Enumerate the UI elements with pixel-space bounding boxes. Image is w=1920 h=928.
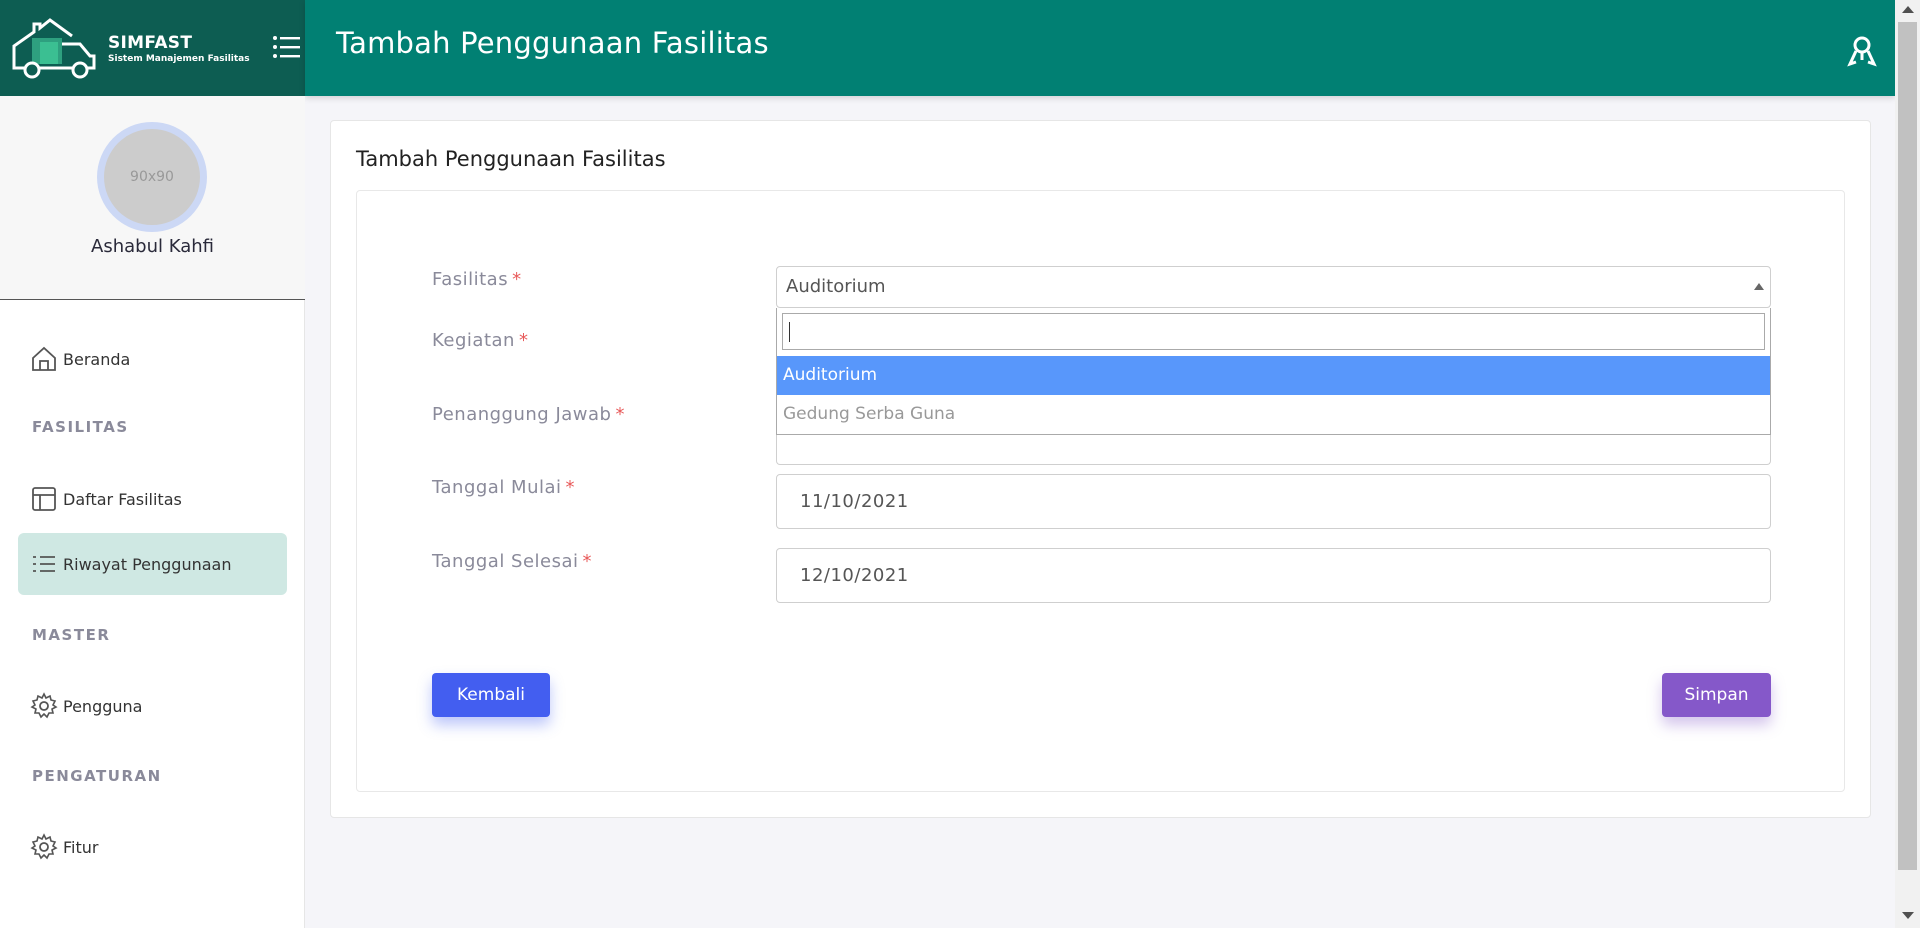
penanggung-jawab-field[interactable] <box>776 435 1771 465</box>
section-fasilitas: FASILITAS <box>32 418 129 436</box>
dropdown-option-gedung-serba-guna[interactable]: Gedung Serba Guna <box>777 395 1770 434</box>
fasilitas-label: Fasilitas * <box>432 269 522 290</box>
fasilitas-select[interactable]: Auditorium <box>776 266 1771 308</box>
scrollbar-thumb[interactable] <box>1898 22 1917 870</box>
page-scrollbar[interactable] <box>1895 0 1920 928</box>
required-mark: * <box>615 404 625 425</box>
dropdown-search-input[interactable] <box>782 313 1765 350</box>
brand-panel: SIMFAST Sistem Manajemen Fasilitas <box>0 0 305 96</box>
sidebar-item-label: Fitur <box>63 837 99 857</box>
tanggal-mulai-input[interactable]: 11/10/2021 <box>776 474 1771 529</box>
list-icon <box>33 556 55 572</box>
label-text: Penanggung Jawab <box>432 404 612 425</box>
sidebar: 90x90 Ashabul Kahfi Beranda FASILITAS Da… <box>0 96 305 928</box>
sidebar-item-daftar-fasilitas[interactable]: Daftar Fasilitas <box>18 468 287 530</box>
dropdown-option-auditorium[interactable]: Auditorium <box>777 356 1770 395</box>
page-title: Tambah Penggunaan Fasilitas <box>336 26 769 60</box>
sidebar-item-fitur[interactable]: Fitur <box>18 816 287 878</box>
gear-icon <box>30 692 58 719</box>
label-text: Tanggal Selesai <box>432 551 579 572</box>
sidebar-item-label: Beranda <box>63 349 131 369</box>
kegiatan-label: Kegiatan * <box>432 330 528 351</box>
section-pengaturan: PENGATURAN <box>32 767 162 785</box>
form-container: Fasilitas * Auditorium Auditorium Gedung … <box>356 190 1845 792</box>
home-icon <box>32 346 56 371</box>
text-cursor <box>789 322 790 342</box>
required-mark: * <box>565 477 576 498</box>
top-bar: Tambah Penggunaan Fasilitas <box>305 0 1895 96</box>
sidebar-item-label: Riwayat Penggunaan <box>63 554 232 574</box>
user-icon[interactable] <box>1847 34 1877 68</box>
gear-icon <box>30 833 58 860</box>
label-text: Fasilitas <box>432 269 509 290</box>
avatar-ring: 90x90 <box>97 122 207 232</box>
penanggung-jawab-label: Penanggung Jawab * <box>432 404 625 425</box>
sidebar-item-beranda[interactable]: Beranda <box>18 328 287 390</box>
tanggal-mulai-label: Tanggal Mulai * <box>432 477 575 498</box>
sidebar-item-label: Pengguna <box>63 696 143 716</box>
truck-house-logo-icon <box>12 18 96 79</box>
tanggal-selesai-input[interactable]: 12/10/2021 <box>776 548 1771 603</box>
form-card: Tambah Penggunaan Fasilitas Fasilitas * A… <box>330 120 1871 818</box>
card-title: Tambah Penggunaan Fasilitas <box>356 147 666 171</box>
brand-name: SIMFAST <box>108 33 193 53</box>
sidebar-item-label: Daftar Fasilitas <box>63 489 182 509</box>
label-text: Tanggal Mulai <box>432 477 562 498</box>
scroll-up-arrow-icon[interactable] <box>1902 6 1914 13</box>
profile-panel: 90x90 Ashabul Kahfi <box>0 96 305 300</box>
profile-name: Ashabul Kahfi <box>91 236 214 257</box>
sidebar-item-pengguna[interactable]: Pengguna <box>18 675 287 737</box>
fasilitas-dropdown: Auditorium Gedung Serba Guna <box>776 308 1771 435</box>
layout-icon <box>32 487 56 511</box>
required-mark: * <box>582 551 593 572</box>
menu-list-icon[interactable] <box>272 34 302 60</box>
sidebar-item-riwayat-penggunaan[interactable]: Riwayat Penggunaan <box>18 533 287 595</box>
simpan-button[interactable]: Simpan <box>1662 673 1771 717</box>
avatar[interactable]: 90x90 <box>104 129 200 225</box>
fasilitas-select-value: Auditorium <box>786 276 886 297</box>
brand-text: SIMFAST Sistem Manajemen Fasilitas <box>108 33 250 65</box>
required-mark: * <box>512 269 522 290</box>
brand-subtitle: Sistem Manajemen Fasilitas <box>108 54 250 64</box>
required-mark: * <box>518 330 529 351</box>
section-master: MASTER <box>32 626 111 644</box>
tanggal-selesai-label: Tanggal Selesai * <box>432 551 592 572</box>
label-text: Kegiatan <box>432 330 515 351</box>
caret-up-icon <box>1754 283 1764 290</box>
kembali-button[interactable]: Kembali <box>432 673 550 717</box>
scroll-down-arrow-icon[interactable] <box>1902 912 1914 919</box>
